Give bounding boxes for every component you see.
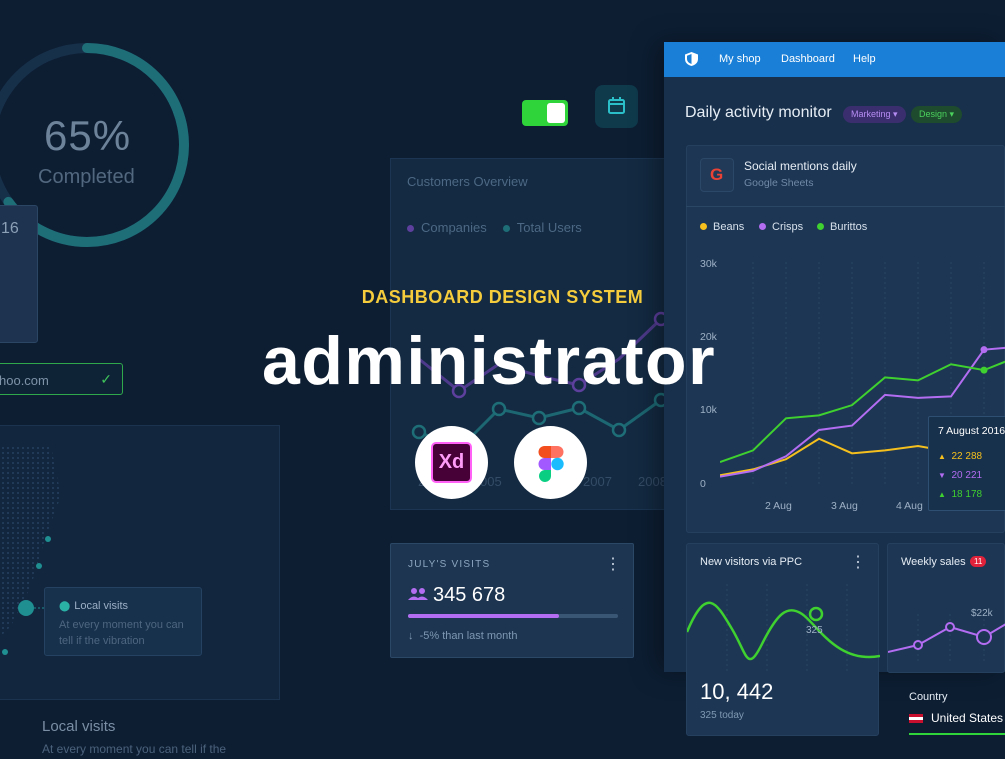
nav-dashboard[interactable]: Dashboard [781,53,835,65]
country-value: United States [931,711,1004,725]
country-label: Country [909,691,948,703]
y-tick: 10k [700,404,717,416]
data-point-burittos [980,366,988,374]
sales-point-label: $22k [971,608,993,619]
calendar-button[interactable] [595,85,638,128]
toggle-switch[interactable] [522,100,568,126]
tooltip-beans: ▲ 22 288 [938,451,983,462]
tooltip-crisps: ▼ 20 221 [938,470,983,481]
july-visits-value: 345 678 [433,584,506,606]
map-marker [2,649,8,655]
legend-companies: Companies [407,220,487,235]
ppc-chart [687,584,880,674]
more-menu-icon[interactable]: ⋮ [605,554,621,574]
ppc-title: New visitors via PPC [700,556,803,568]
map-tooltip-title: Local visits [74,600,128,612]
map-marker [36,563,42,569]
shield-icon [684,51,699,71]
map-marker [45,536,51,542]
ppc-visitors-card: New visitors via PPC ⋮ [686,543,880,736]
completion-label: Completed [38,166,135,188]
side-stat-value: 16 [1,220,19,237]
x-tick: 2008 [638,474,667,489]
sales-count-badge: 11 [970,556,987,567]
country-underline [909,733,1005,735]
social-card-source: Google Sheets [744,177,814,189]
legend-burittos: Burittos [817,221,867,233]
xd-icon: Xd [431,442,472,483]
email-field[interactable]: hoo.com ✓ [0,363,123,395]
map-tooltip: ⬤ Local visits At every moment you can te… [44,587,202,656]
us-flag-icon [909,714,923,723]
x-tick: 3 Aug [831,500,858,512]
x-tick: 4 Aug [896,500,923,512]
x-tick: 2 Aug [765,500,792,512]
divider [686,206,1005,207]
data-point-crisps [980,346,988,354]
top-navbar: My shop Dashboard Help [664,42,1005,77]
completion-percent: 65% [44,112,132,159]
more-menu-icon[interactable]: ⋮ [850,552,866,572]
ppc-value: 10, 442 [700,679,774,704]
july-visits-progress-fill [408,614,560,618]
hero-title: administrator [262,323,717,399]
map-tooltip-text: At every moment you can tell if the vibr… [59,619,184,647]
ppc-today: 325 today [700,710,744,721]
y-tick: 30k [700,258,717,270]
check-icon: ✓ [100,371,112,387]
figma-icon [538,446,564,482]
july-visits-label: JULY'S VISITS [408,559,491,570]
down-arrow-icon: ↓ [408,630,414,642]
up-arrow-icon: ▲ [938,452,946,461]
customers-legend: Companies Total Users [407,220,582,235]
down-arrow-icon: ▼ [938,471,946,480]
up-arrow-icon: ▲ [938,490,946,499]
figma-badge [514,426,587,499]
legend-total-users: Total Users [502,220,582,235]
july-visits-progress [408,614,618,618]
customers-overview-title: Customers Overview [407,174,528,189]
social-card-title: Social mentions daily [744,159,857,173]
chart-tooltip: 7 August 2016 ▲ 22 288 ▼ 20 221 ▲ 18 178 [928,416,1005,511]
country-select[interactable]: United States [909,711,1003,725]
side-stat-panel: 16 [0,205,38,343]
nav-my-shop[interactable]: My shop [719,53,761,65]
nav-help[interactable]: Help [853,53,876,65]
ppc-point-label: 325 [806,625,823,636]
design-filter-badge[interactable]: Design ▾ [911,106,963,123]
marketing-filter-badge[interactable]: Marketing ▾ [843,106,906,123]
legend-beans: Beans [700,221,744,233]
hero-subtitle: DASHBOARD DESIGN SYSTEM [361,287,644,307]
x-tick: 2007 [583,474,612,489]
july-visits-card: JULY'S VISITS ⋮ 345 678 ↓ -5% than last … [390,543,634,658]
y-tick: 0 [700,478,706,490]
toggle-knob [547,103,565,123]
pin-icon: ⬤ [59,601,71,612]
legend-crisps: Crisps [759,221,803,233]
weekly-sales-chart [888,614,1005,664]
local-visits-text: At every moment you can tell if the [42,742,227,756]
tooltip-date: 7 August 2016 [938,425,1005,437]
email-value: hoo.com [0,373,49,388]
weekly-sales-title: Weekly sales [901,556,966,568]
tooltip-burittos: ▲ 18 178 [938,489,983,500]
adobe-xd-badge: Xd [415,426,488,499]
google-icon: G [700,158,734,192]
users-icon [408,587,428,605]
calendar-icon [608,97,625,114]
page-title: Daily activity monitor [685,104,832,121]
july-visits-delta: ↓ -5% than last month [408,630,518,642]
dot-map [0,446,61,655]
local-visits-title: Local visits [42,718,116,735]
world-map-panel [0,425,280,700]
